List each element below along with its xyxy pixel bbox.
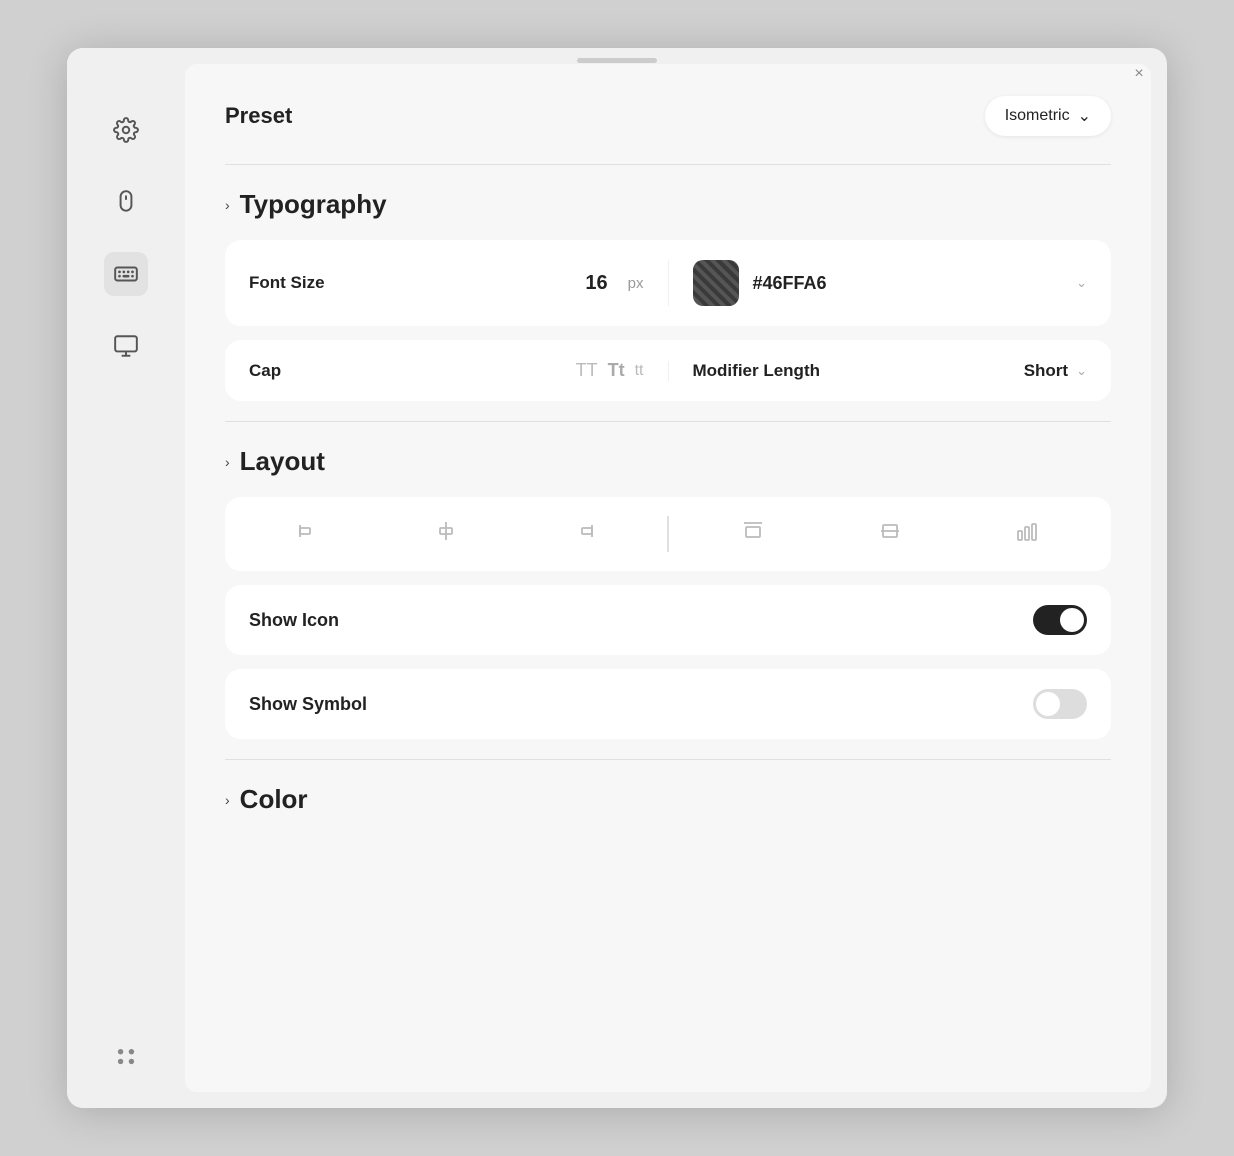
preset-dropdown[interactable]: Isometric ⌄ [985, 96, 1111, 136]
layout-divider [225, 421, 1111, 422]
sidebar-item-dots[interactable] [104, 1034, 148, 1078]
sidebar-item-mouse[interactable] [104, 180, 148, 224]
preset-value: Isometric [1005, 107, 1070, 125]
cap-titlecase[interactable]: Tt [608, 360, 625, 381]
color-value: #46FFA6 [753, 273, 1077, 294]
main-content: Preset Isometric ⌄ › Typography Font Siz… [185, 64, 1151, 1092]
layout-chevron-icon: › [225, 454, 230, 470]
align-right-icon[interactable] [563, 515, 603, 553]
show-symbol-toggle[interactable] [1033, 689, 1087, 719]
cap-label: Cap [249, 361, 560, 381]
alignment-group [225, 515, 667, 553]
cap-lowercase[interactable]: tt [635, 362, 644, 380]
sidebar-item-keyboard[interactable] [104, 252, 148, 296]
cap-modifier-card: Cap TT Tt tt Modifier Length Short ⌄ [225, 340, 1111, 401]
modifier-right: Modifier Length Short ⌄ [668, 361, 1088, 381]
preset-chevron-icon: ⌄ [1078, 106, 1091, 126]
drag-handle[interactable] [577, 58, 657, 63]
show-icon-toggle[interactable] [1033, 605, 1087, 635]
align-center-icon[interactable] [426, 515, 466, 553]
cap-uppercase[interactable]: TT [576, 360, 598, 381]
sidebar-bottom [104, 1034, 148, 1108]
modifier-dropdown-arrow-icon[interactable]: ⌄ [1076, 363, 1087, 379]
layout-section-header[interactable]: › Layout [225, 446, 1111, 477]
color-section-title: Color [240, 784, 308, 815]
font-size-value[interactable]: 16 [585, 272, 607, 295]
typography-divider [225, 164, 1111, 165]
sidebar-item-settings[interactable] [104, 108, 148, 152]
color-swatch[interactable] [693, 260, 739, 306]
distribute-center-icon[interactable] [870, 515, 910, 553]
preset-label: Preset [225, 103, 292, 129]
show-icon-label: Show Icon [249, 610, 339, 631]
cap-left: Cap TT Tt tt [249, 360, 644, 381]
font-size-unit: px [628, 275, 644, 292]
font-size-left: Font Size 16 px [249, 272, 644, 295]
main-window: × [67, 48, 1167, 1108]
show-symbol-toggle-knob [1036, 692, 1060, 716]
distribute-chart-icon[interactable] [1007, 515, 1047, 553]
modifier-length-value: Short [1024, 361, 1068, 381]
sidebar [67, 48, 185, 1108]
show-symbol-card: Show Symbol [225, 669, 1111, 739]
font-size-row: Font Size 16 px #46FFA6 ⌄ [225, 240, 1111, 326]
color-dropdown-arrow-icon[interactable]: ⌄ [1076, 275, 1087, 291]
color-right: #46FFA6 ⌄ [668, 260, 1088, 306]
color-divider [225, 759, 1111, 760]
close-button[interactable]: × [1127, 62, 1151, 86]
sidebar-item-monitor[interactable] [104, 324, 148, 368]
show-symbol-label: Show Symbol [249, 694, 367, 715]
typography-chevron-icon: › [225, 197, 230, 213]
distribute-top-icon[interactable] [733, 515, 773, 553]
layout-section-title: Layout [240, 446, 325, 477]
color-chevron-icon: › [225, 792, 230, 808]
font-size-label: Font Size [249, 273, 569, 293]
show-icon-card: Show Icon [225, 585, 1111, 655]
distribution-group [669, 515, 1111, 553]
color-section-header[interactable]: › Color [225, 784, 1111, 815]
align-left-icon[interactable] [289, 515, 329, 553]
layout-alignment-card [225, 497, 1111, 571]
font-size-color-card: Font Size 16 px #46FFA6 ⌄ [225, 240, 1111, 326]
show-icon-toggle-knob [1060, 608, 1084, 632]
typography-section-title: Typography [240, 189, 387, 220]
cap-controls: TT Tt tt [576, 360, 644, 381]
preset-row: Preset Isometric ⌄ [225, 96, 1111, 136]
modifier-length-label: Modifier Length [693, 361, 1024, 381]
typography-section-header[interactable]: › Typography [225, 189, 1111, 220]
cap-modifier-row: Cap TT Tt tt Modifier Length Short ⌄ [225, 340, 1111, 401]
